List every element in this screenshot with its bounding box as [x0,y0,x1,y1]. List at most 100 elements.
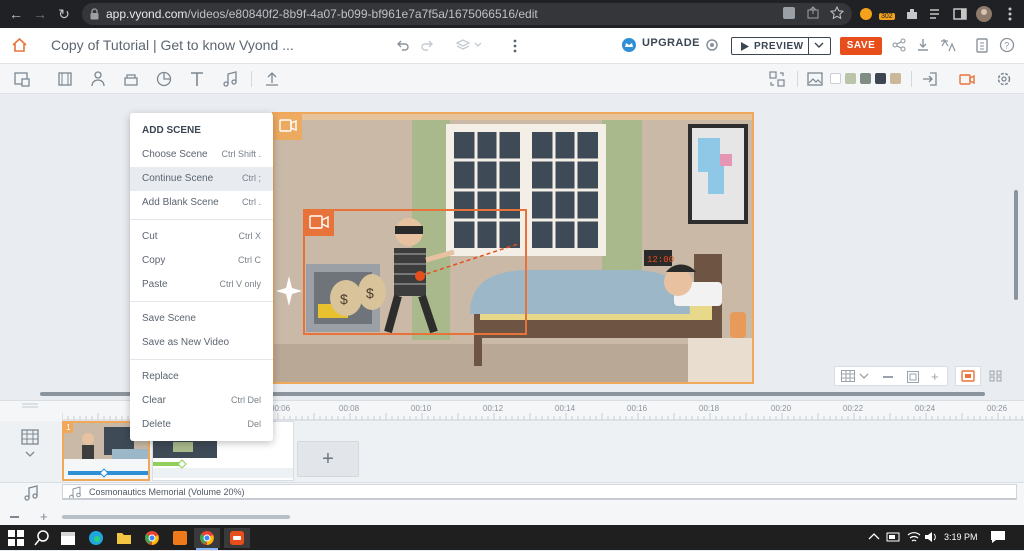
ruler-label: 00:26 [987,404,1008,413]
home-icon[interactable] [11,37,28,53]
text-icon[interactable] [188,70,206,88]
search-icon[interactable] [32,528,52,548]
calendar-app-icon[interactable] [58,528,78,548]
scene-illustration: $ $ 12:00 [274,114,752,382]
preview-label: PREVIEW [754,41,804,52]
menu-item-add-blank-scene[interactable]: Add Blank Scene Ctrl . [130,191,273,215]
zoom-in-icon[interactable]: + [931,370,939,383]
chevron-down-icon[interactable] [814,42,824,50]
zoom-control: + [834,366,948,386]
sidepanel-icon[interactable] [952,6,968,22]
file-explorer-icon[interactable] [114,528,134,548]
menu-item-paste[interactable]: Paste Ctrl V only [130,273,273,297]
save-button[interactable]: SAVE [840,37,882,55]
add-scene-button[interactable]: + [297,441,359,477]
swap-icon[interactable] [768,70,786,88]
vyond-app-icon[interactable] [224,528,250,548]
timeline-scrollbar[interactable] [62,515,290,519]
menu-item-continue-scene[interactable]: Continue Scene Ctrl ; [130,167,273,191]
redo-icon[interactable] [420,38,434,52]
sparkle-icon [276,276,302,306]
share-network-icon[interactable] [892,38,906,52]
stage-vertical-scrollbar[interactable] [1014,190,1018,300]
templates-icon[interactable] [56,70,74,88]
windows-taskbar: 3:19 PM [0,525,1024,550]
character-icon[interactable] [89,70,107,88]
chevron-down-icon[interactable] [859,373,869,380]
scene-track-icon [21,429,39,445]
scene-library-icon[interactable] [13,70,31,88]
wifi-icon[interactable] [906,530,926,550]
help-icon[interactable]: ? [999,37,1015,53]
translate-icon[interactable] [782,6,798,22]
puzzle-icon[interactable] [904,6,920,22]
kebab-menu-icon[interactable] [1002,6,1018,22]
color-swatch-5[interactable] [890,73,901,84]
upload-icon[interactable] [263,70,281,88]
edge-icon[interactable] [86,528,106,548]
back-arrow-icon[interactable]: ← [8,6,24,22]
ruler-label: 00:10 [411,404,432,413]
playlist-icon[interactable] [928,6,944,22]
menu-item-save-as-new-video[interactable]: Save as New Video [130,331,273,355]
props-icon[interactable] [122,70,140,88]
zoom-in-icon[interactable]: + [40,509,48,524]
address-bar[interactable]: app.vyond.com/videos/e80840f2-8b9f-4a07-… [82,3,852,25]
camera-icon[interactable] [958,70,976,88]
share-icon[interactable] [806,6,822,22]
menu-item-save-scene[interactable]: Save Scene [130,307,273,331]
battery-icon[interactable] [886,530,906,550]
audio-clip[interactable]: Cosmonautics Memorial (Volume 20%) [62,484,1017,500]
notification-icon[interactable] [990,530,1010,550]
color-swatch-1[interactable] [830,73,841,84]
gear-icon[interactable] [704,37,720,53]
chrome-active-icon[interactable] [194,528,220,548]
menu-item-delete[interactable]: Delete Del [130,413,273,437]
menu-item-copy[interactable]: Copy Ctrl C [130,249,273,273]
menu-item-choose-scene[interactable]: Choose Scene Ctrl Shift . [130,143,273,167]
taskbar-clock[interactable]: 3:19 PM [944,532,978,542]
grid-view-toggle[interactable] [985,366,1007,386]
enter-icon[interactable] [921,70,939,88]
settings-icon[interactable] [995,70,1013,88]
download-icon[interactable] [916,38,930,52]
sign-symbol: $ [366,285,374,301]
avatar[interactable] [975,5,992,22]
forward-arrow-icon[interactable]: → [32,6,48,22]
menu-item-replace[interactable]: Replace [130,365,273,389]
fit-screen-icon[interactable] [907,371,919,383]
music-icon[interactable] [221,70,239,88]
drag-handle-icon[interactable] [22,403,38,409]
chevron-up-icon[interactable] [868,531,888,551]
preview-divider [808,38,809,54]
preview-button[interactable]: PREVIEW [731,37,831,55]
chevron-down-icon[interactable] [25,451,35,458]
reload-icon[interactable]: ↻ [56,6,72,22]
chart-icon[interactable] [155,70,173,88]
image-icon[interactable] [806,70,824,88]
color-swatch-3[interactable] [860,73,871,84]
star-icon[interactable] [830,6,846,22]
volume-icon[interactable] [924,530,944,550]
extension-icon[interactable] [858,6,874,22]
more-options-icon[interactable] [510,38,520,54]
context-menu: ADD SCENE Choose Scene Ctrl Shift . Conti… [130,113,273,441]
upgrade-button[interactable]: UPGRADE [642,37,700,49]
layers-icon[interactable] [456,38,486,52]
scene-canvas[interactable]: $ $ 12:00 [272,112,754,384]
zoom-out-icon[interactable] [10,516,19,518]
translate-tool-icon[interactable] [940,38,956,52]
undo-icon[interactable] [396,38,410,52]
menu-item-clear[interactable]: Clear Ctrl Del [130,389,273,413]
color-swatch-4[interactable] [875,73,886,84]
zoom-out-icon[interactable] [883,376,893,378]
color-swatch-2[interactable] [845,73,856,84]
menu-item-cut[interactable]: Cut Ctrl X [130,225,273,249]
clipboard-icon[interactable] [976,37,988,53]
camera-view-toggle[interactable] [955,366,981,386]
orange-app-icon[interactable] [170,528,190,548]
document-title[interactable]: Copy of Tutorial | Get to know Vyond ... [51,37,294,53]
grid-icon[interactable] [841,370,855,382]
windows-start-icon[interactable] [6,528,26,548]
chrome-icon[interactable] [142,528,162,548]
